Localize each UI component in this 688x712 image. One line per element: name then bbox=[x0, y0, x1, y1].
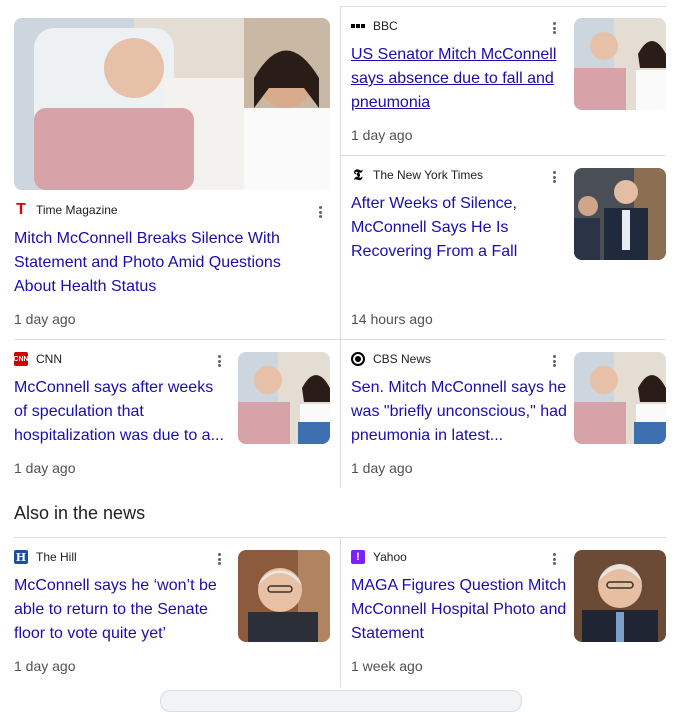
article-title[interactable]: McConnell says after weeks of speculatio… bbox=[14, 376, 230, 448]
more-options-button[interactable] bbox=[550, 20, 558, 36]
column-divider bbox=[340, 6, 341, 488]
the-hill-logo-icon: H bbox=[14, 550, 28, 564]
cbs-logo-icon bbox=[351, 352, 365, 366]
article-thumbnail[interactable] bbox=[238, 352, 330, 444]
article-title[interactable]: Sen. Mitch McConnell says he was "briefl… bbox=[351, 376, 567, 448]
more-options-button[interactable] bbox=[215, 551, 223, 567]
more-options-button[interactable] bbox=[550, 353, 558, 369]
source-row: H The Hill bbox=[14, 550, 77, 564]
hospital-photo bbox=[238, 352, 330, 444]
senate-photo bbox=[574, 168, 666, 260]
source-row: BBC bbox=[351, 19, 398, 33]
hospital-photo bbox=[574, 352, 666, 444]
article-age: 1 day ago bbox=[351, 127, 413, 143]
time-logo-icon: T bbox=[16, 201, 26, 218]
article-title[interactable]: McConnell says he ‘won’t be able to retu… bbox=[14, 574, 232, 646]
article-thumbnail[interactable] bbox=[574, 550, 666, 642]
column-divider bbox=[340, 537, 341, 687]
more-options-button[interactable] bbox=[550, 551, 558, 567]
source-name: The Hill bbox=[36, 550, 77, 564]
nyt-logo-icon: 𝕿 bbox=[353, 166, 363, 184]
more-news-button[interactable] bbox=[160, 690, 522, 712]
source-row: ! Yahoo bbox=[351, 550, 407, 564]
source-name: CBS News bbox=[373, 352, 432, 366]
source-row: CBS News bbox=[351, 352, 431, 366]
article-title[interactable]: After Weeks of Silence, McConnell Says H… bbox=[351, 192, 563, 264]
more-options-button[interactable] bbox=[215, 353, 223, 369]
article-age: 1 day ago bbox=[14, 460, 76, 476]
hospital-photo bbox=[574, 18, 666, 110]
article-title[interactable]: Mitch McConnell Breaks Silence With Stat… bbox=[14, 227, 314, 299]
yahoo-logo-icon: ! bbox=[351, 550, 365, 564]
source-name: BBC bbox=[373, 19, 398, 33]
more-options-button[interactable] bbox=[316, 204, 324, 220]
article-age: 1 day ago bbox=[14, 658, 76, 674]
article-thumbnail[interactable] bbox=[574, 18, 666, 110]
source-name: Time Magazine bbox=[36, 203, 118, 217]
source-row: 𝕿 The New York Times bbox=[351, 166, 484, 184]
hospital-photo bbox=[14, 18, 330, 190]
article-age: 14 hours ago bbox=[351, 311, 433, 327]
article-thumbnail[interactable] bbox=[574, 168, 666, 260]
portrait-photo bbox=[574, 550, 666, 642]
article-age: 1 week ago bbox=[351, 658, 423, 674]
section-heading: Also in the news bbox=[14, 503, 146, 523]
article-thumbnail[interactable] bbox=[238, 550, 330, 642]
source-name: The New York Times bbox=[373, 168, 484, 182]
bbc-logo-icon bbox=[351, 24, 365, 28]
divider bbox=[340, 155, 666, 156]
article-thumbnail[interactable] bbox=[574, 352, 666, 444]
source-name: CNN bbox=[36, 352, 62, 366]
cnn-logo-icon: CNN bbox=[13, 352, 29, 366]
source-name: Yahoo bbox=[373, 550, 407, 564]
source-row: T Time Magazine bbox=[14, 201, 118, 218]
divider bbox=[340, 6, 666, 7]
article-image[interactable] bbox=[14, 18, 330, 190]
more-options-button[interactable] bbox=[550, 169, 558, 185]
article-age: 1 day ago bbox=[14, 311, 76, 327]
article-title[interactable]: US Senator Mitch McConnell says absence … bbox=[351, 43, 563, 115]
article-title[interactable]: MAGA Figures Question Mitch McConnell Ho… bbox=[351, 574, 567, 646]
portrait-photo bbox=[238, 550, 330, 642]
article-age: 1 day ago bbox=[351, 460, 413, 476]
source-row: CNN CNN bbox=[13, 352, 62, 366]
